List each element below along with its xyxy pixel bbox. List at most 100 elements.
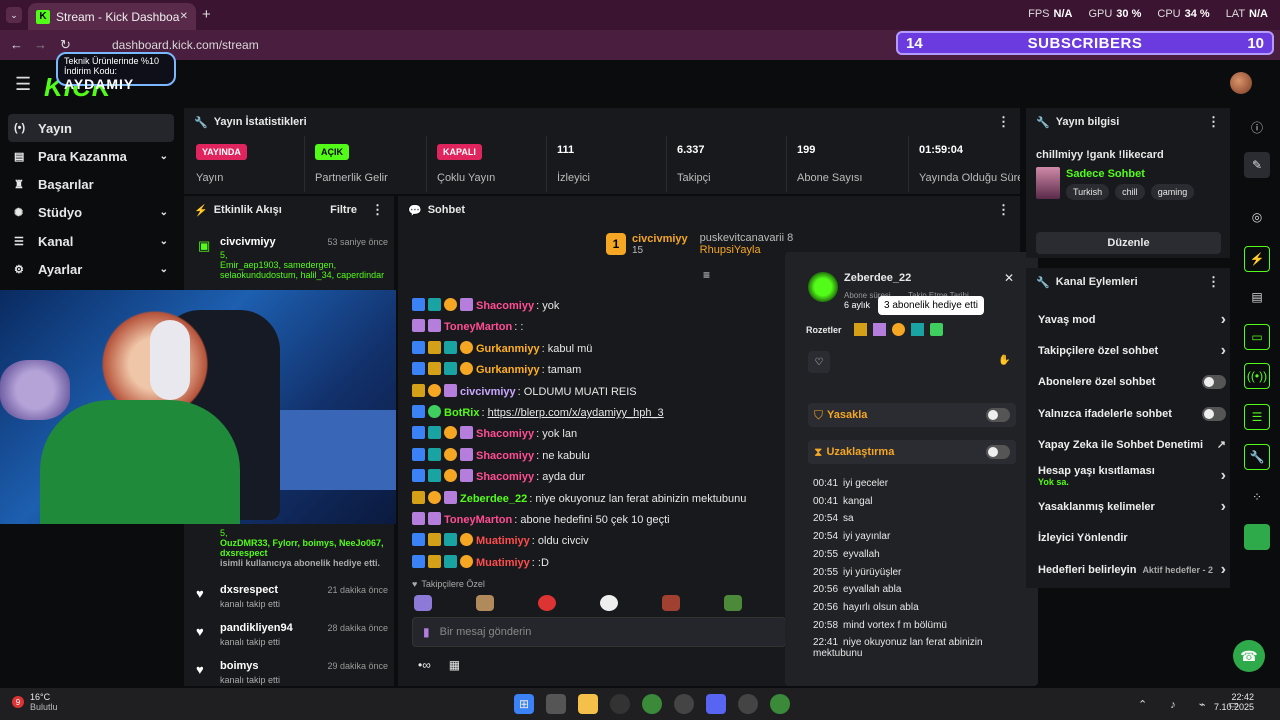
weather-widget[interactable]: 9 16°C Bulutlu: [12, 692, 58, 712]
note-icon[interactable]: ▤: [1244, 284, 1270, 310]
app-icon[interactable]: [674, 694, 694, 714]
one-badge-icon: [460, 554, 473, 568]
sidebar-item-basarilar[interactable]: ♜ Başarılar: [8, 170, 174, 198]
chat-username[interactable]: Shacomiyy: [476, 428, 534, 440]
chat-username[interactable]: ToneyMarton: [444, 321, 512, 333]
tag[interactable]: gaming: [1150, 184, 1195, 200]
chat-icon[interactable]: ▭: [1244, 324, 1270, 350]
right-rail: [1234, 108, 1280, 688]
gifter-name[interactable]: puskevitcanavarii: [700, 232, 784, 244]
app2-icon[interactable]: [738, 694, 758, 714]
chat-username[interactable]: Gurkanmiyy: [476, 364, 540, 376]
shop-icon[interactable]: ▦: [449, 658, 460, 672]
user-card-close-icon[interactable]: ✕: [1004, 271, 1014, 285]
filter-button[interactable]: Filtre: [330, 204, 357, 216]
channel-action-item[interactable]: Abonelere özel sohbet: [1038, 372, 1226, 392]
tag[interactable]: chill: [1115, 184, 1145, 200]
ban-toggle[interactable]: [986, 408, 1010, 422]
emote-picker-icon[interactable]: •∞: [418, 658, 431, 672]
follow-heart-button[interactable]: ♡: [808, 351, 830, 373]
support-headset-icon[interactable]: ☎: [1233, 640, 1265, 672]
category-name[interactable]: Sadece Sohbet: [1066, 168, 1145, 180]
emote-icon[interactable]: [414, 595, 432, 611]
pony-badge-icon: [460, 426, 473, 440]
reload-icon[interactable]: ↻: [60, 37, 71, 53]
explorer-icon[interactable]: [578, 694, 598, 714]
action-toggle[interactable]: [1202, 406, 1226, 421]
user-card-name[interactable]: Zeberdee_22: [844, 272, 911, 284]
more-icon[interactable]: ⋮: [997, 202, 1010, 218]
chat-username[interactable]: Shacomiyy: [476, 450, 534, 462]
sidebar-item-kanal[interactable]: ☰ Kanal ⌄: [8, 227, 174, 255]
stack-icon[interactable]: ☰: [1244, 404, 1270, 430]
channel-action-item[interactable]: Yasaklanmış kelimeler ›: [1038, 497, 1226, 517]
chat-username[interactable]: civcivmiyy: [460, 386, 516, 398]
chat-username[interactable]: Shacomiyy: [476, 300, 534, 312]
timeout-toggle[interactable]: [986, 445, 1010, 459]
chrome-icon[interactable]: [642, 694, 662, 714]
channel-action-item[interactable]: Hesap yaşı kısıtlaması Yok sa. ›: [1038, 465, 1226, 487]
url-field[interactable]: dashboard.kick.com/stream: [112, 38, 259, 52]
emote-icon[interactable]: [538, 595, 556, 611]
more-icon[interactable]: ⋮: [371, 202, 384, 218]
emote-icon[interactable]: [600, 595, 618, 611]
new-tab-button[interactable]: +: [202, 6, 211, 23]
channel-action-item[interactable]: Hedefleri belirleyin Aktif hedefler - 2 ›: [1038, 560, 1226, 580]
sidebar-item-yayin[interactable]: (•) Yayın: [8, 114, 174, 142]
tab-close-icon[interactable]: ✕: [180, 11, 188, 22]
clock[interactable]: 22:42 7.10.2025: [1214, 692, 1254, 712]
discord-icon[interactable]: [706, 694, 726, 714]
chat-username[interactable]: Muatimiyy: [476, 535, 530, 547]
user-avatar[interactable]: [1230, 72, 1252, 94]
channel-action-item[interactable]: Yavaş mod ›: [1038, 310, 1226, 330]
edit-button[interactable]: Düzenle: [1036, 232, 1221, 254]
more-icon[interactable]: ⋮: [1207, 274, 1220, 290]
chat-text[interactable]: https://blerp.com/x/aydamiyy_hph_3: [488, 407, 664, 419]
camera-icon[interactable]: ◎: [1244, 204, 1270, 230]
chrome2-icon[interactable]: [770, 694, 790, 714]
wrench-icon[interactable]: 🔧: [1244, 444, 1270, 470]
back-icon[interactable]: ←: [10, 37, 23, 52]
channel-action-item[interactable]: Takipçilere özel sohbet ›: [1038, 341, 1226, 361]
tab-list-icon[interactable]: ⌄: [6, 7, 22, 23]
pencil-icon[interactable]: ✎: [1244, 152, 1270, 178]
obs-icon[interactable]: [610, 694, 630, 714]
more-icon[interactable]: ⋮: [997, 114, 1010, 130]
channel-action-item[interactable]: İzleyici Yönlendir: [1038, 528, 1226, 548]
start-icon[interactable]: ⊞: [514, 694, 534, 714]
browser-tab[interactable]: K Stream - Kick Dashboard ✕: [28, 3, 196, 30]
forward-icon[interactable]: →: [34, 37, 47, 52]
broadcast-icon[interactable]: ((•)): [1244, 363, 1270, 389]
sidebar-item-para-kazanma[interactable]: ▤ Para Kazanma ⌄: [8, 142, 174, 170]
taskview-icon[interactable]: [546, 694, 566, 714]
lightning-icon[interactable]: ⚡: [1244, 246, 1270, 272]
gifter-name[interactable]: civcivmiyy: [632, 233, 688, 245]
badges-label: Rozetler: [806, 324, 842, 335]
emote-icon[interactable]: [662, 595, 680, 611]
collapse-icon[interactable]: ≡: [703, 268, 710, 282]
chat-input[interactable]: ▮ Bir mesaj gönderin: [412, 617, 786, 647]
green-block-icon[interactable]: [1244, 524, 1270, 550]
more-icon[interactable]: ⋮: [1207, 114, 1220, 130]
sidebar-item-studyo[interactable]: ✺ Stüdyo ⌄: [8, 198, 174, 226]
chat-username[interactable]: ToneyMarton: [444, 514, 512, 526]
sidebar-item-ayarlar[interactable]: ⚙ Ayarlar ⌄: [8, 255, 174, 283]
gifter-name[interactable]: RhupsiYayla: [700, 244, 794, 256]
mic-icon[interactable]: ▮: [423, 625, 430, 639]
mod-tool-icon[interactable]: ✋: [998, 355, 1010, 366]
tag[interactable]: Turkish: [1066, 184, 1110, 200]
channel-action-item[interactable]: Yalnızca ifadelerle sohbet: [1038, 404, 1226, 424]
chat-username[interactable]: BotRix: [444, 407, 479, 419]
emote-icon[interactable]: [724, 595, 742, 611]
info-icon[interactable]: ⓘ: [1244, 114, 1270, 140]
channel-action-item[interactable]: Yapay Zeka ile Sohbet Denetimi ↗: [1038, 435, 1226, 455]
chat-username[interactable]: Muatimiyy: [476, 557, 530, 569]
dots-icon[interactable]: ⁘: [1244, 484, 1270, 510]
action-toggle[interactable]: [1202, 375, 1226, 390]
menu-icon[interactable]: ☰: [15, 74, 31, 95]
chat-username[interactable]: Gurkanmiyy: [476, 343, 540, 355]
chat-username[interactable]: Shacomiyy: [476, 471, 534, 483]
chat-username[interactable]: Zeberdee_22: [460, 493, 527, 505]
emote-icon[interactable]: [476, 595, 494, 611]
ban-label: Yasakla: [827, 409, 868, 421]
